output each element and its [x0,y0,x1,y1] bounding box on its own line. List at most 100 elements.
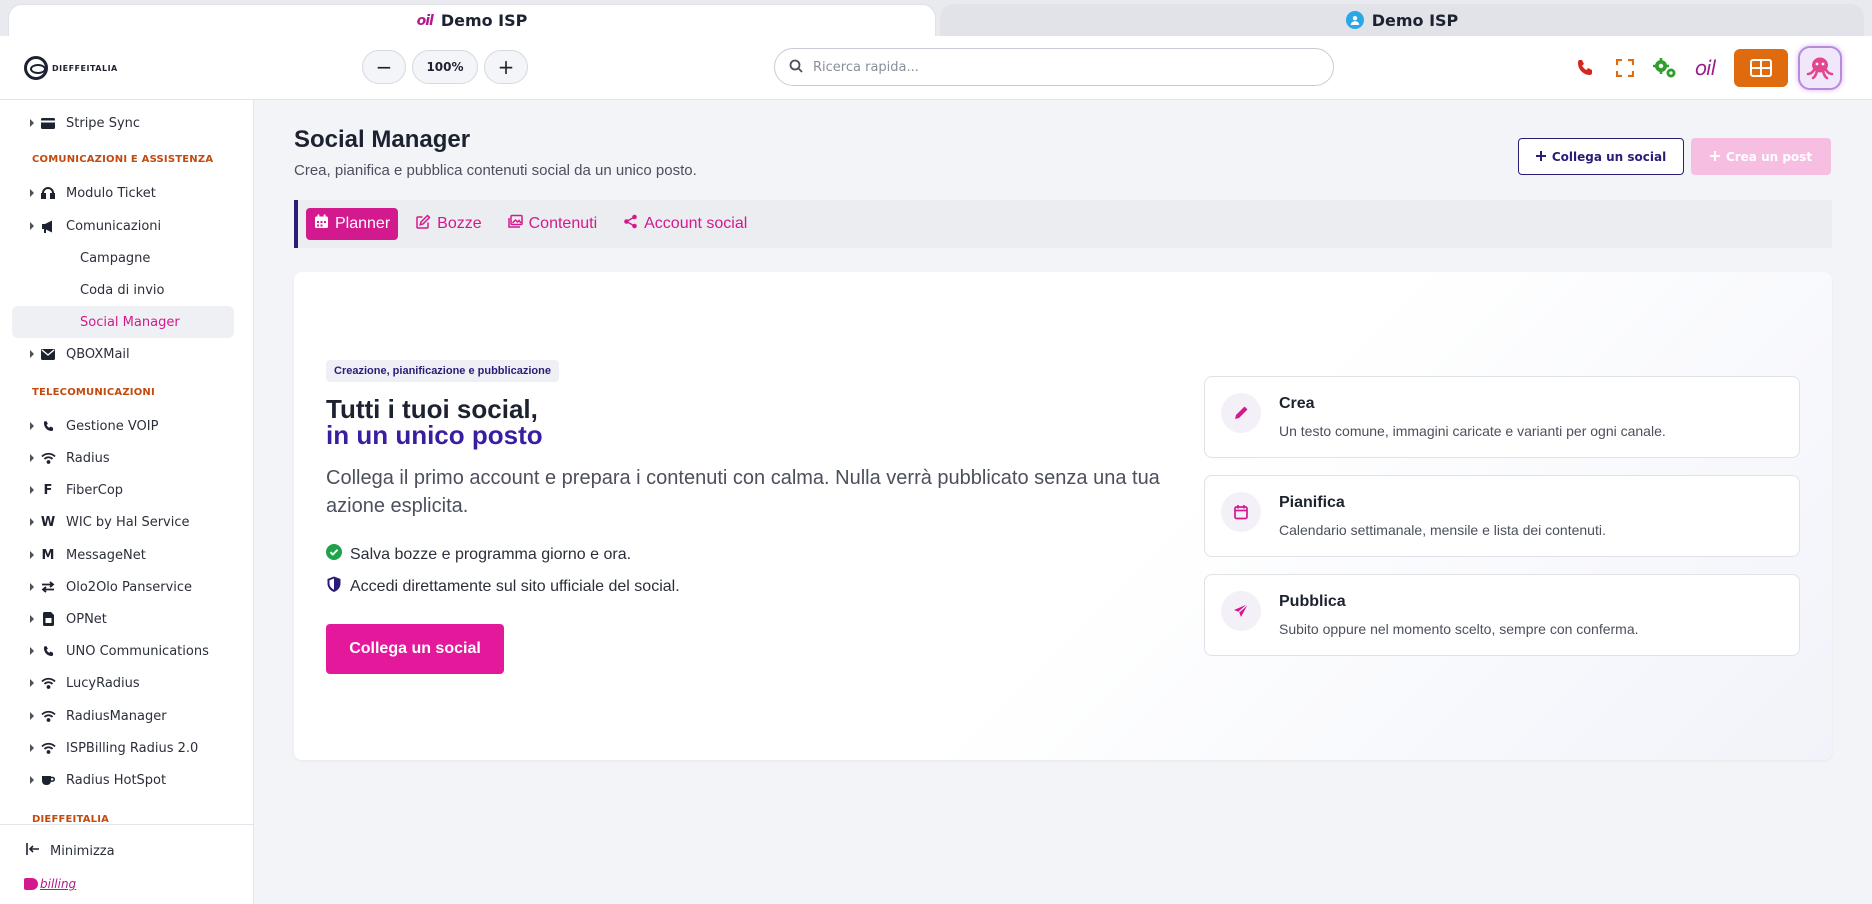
sidebar: Stripe Sync COMUNICAZIONI E ASSISTENZA M… [0,100,254,824]
brand-logo[interactable]: DIEFFEITALIA [24,56,118,80]
sidebar-item-qboxmail[interactable]: QBOXMail [0,341,253,367]
connect-social-button[interactable]: Collega un social [1518,138,1684,175]
sidebar-item-lucyradius[interactable]: LucyRadius [0,670,253,696]
zoom-in-button[interactable]: + [484,50,528,84]
assistant-octopus-button[interactable] [1798,46,1842,90]
sidebar-item-coda-di-invio[interactable]: Coda di invio [0,277,253,303]
hero-bullet: Accedi direttamente sul sito ufficiale d… [326,576,680,597]
sidebar-section-heading: TELECOMUNICAZIONI [32,387,155,398]
minimize-sidebar-button[interactable]: Minimizza [26,843,115,859]
sidebar-item-label: Campagne [80,250,151,266]
bullet-text: Accedi direttamente sul sito ufficiale d… [350,577,680,595]
tab-label: Account social [644,215,748,232]
messagenet-letter-icon: M [41,547,55,563]
connect-social-cta-button[interactable]: Collega un social [326,624,504,674]
hero-description: Collega il primo account e prepara i con… [326,467,1160,517]
window-tab-inactive[interactable]: Demo ISP [940,4,1864,36]
sidebar-item-label: Social Manager [80,314,180,330]
sidebar-item-messagenet[interactable]: M MessageNet [0,542,253,568]
sidebar-item-wic-by-hal-service[interactable]: W WIC by Hal Service [0,509,253,535]
page-title: Social Manager [294,126,471,153]
feature-card-pubblica: Pubblica Subito oppure nel momento scelt… [1204,574,1800,656]
billing-link[interactable]: billing [24,877,76,891]
coffee-icon [40,772,56,788]
caret-right-icon [30,518,34,526]
sidebar-item-label: Radius HotSpot [66,772,167,788]
fullscreen-icon[interactable] [1610,53,1640,83]
tab-contenuti[interactable]: Contenuti [500,208,606,240]
sidebar-item-stripe-sync[interactable]: Stripe Sync [0,110,253,136]
sidebar-item-comunicazioni[interactable]: Comunicazioni [0,213,253,239]
sidebar-item-label: LucyRadius [66,675,140,691]
sidebar-item-opnet[interactable]: OPNet [0,606,253,632]
brand-text: DIEFFEITALIA [52,63,118,73]
sidebar-item-radiusmanager[interactable]: RadiusManager [0,703,253,729]
plus-icon [1709,150,1720,164]
sidebar-item-label: WIC by Hal Service [66,514,190,530]
collapse-left-icon [26,843,40,859]
plus-icon [1535,150,1546,164]
feature-description: Un testo comune, immagini caricate e var… [1279,423,1666,439]
sidebar-item-ispbilling-radius[interactable]: ISPBilling Radius 2.0 [0,735,253,761]
window-tab-active[interactable]: oil Demo ISP [8,4,936,36]
hero-bullet: Salva bozze e programma giorno e ora. [326,544,631,565]
oil-brand-icon[interactable]: oil [1690,53,1720,83]
sidebar-item-label: UNO Communications [66,643,209,659]
quick-search [774,48,1334,86]
sidebar-item-uno-communications[interactable]: UNO Communications [0,638,253,664]
sidebar-item-label: Gestione VOIP [66,418,159,434]
hero-title-line2: in un unico posto [326,420,543,450]
feature-card-pianifica: Pianifica Calendario settimanale, mensil… [1204,475,1800,557]
window-tab-title: Demo ISP [1371,10,1459,30]
wic-letter-icon: W [40,514,56,530]
zoom-out-button[interactable]: − [362,50,406,84]
gears-icon[interactable] [1650,53,1680,83]
sidebar-item-gestione-voip[interactable]: Gestione VOIP [0,413,253,439]
caret-right-icon [30,422,34,430]
credit-card-icon [40,115,56,131]
billing-label: billing [40,877,77,891]
phone-icon[interactable] [1570,53,1600,83]
window-tab-bar: oil Demo ISP Demo ISP [0,0,1872,36]
search-input[interactable] [813,59,1293,75]
caret-right-icon [30,615,34,623]
search-icon [789,58,803,77]
sidebar-item-label: MessageNet [66,547,146,563]
sidebar-section-heading: DIEFFEITALIA [32,814,110,824]
toolbar-actions: oil [1570,46,1842,90]
sidebar-item-label: Coda di invio [80,282,165,298]
sidebar-item-radius[interactable]: Radius [0,445,253,471]
tab-planner[interactable]: Planner [306,208,399,240]
caret-right-icon [30,454,34,462]
sidebar-item-olo2olo-panservice[interactable]: Olo2Olo Panservice [0,574,253,600]
sidebar-item-campagne[interactable]: Campagne [0,245,253,271]
user-avatar-icon [1345,11,1364,29]
caret-right-icon [30,679,34,687]
zoom-level[interactable]: 100% [412,50,478,84]
apps-grid-button[interactable] [1734,49,1788,87]
tab-account-social[interactable]: Account social [615,208,755,240]
infinity-logo-icon [24,56,48,80]
headset-icon [40,185,56,201]
caret-right-icon [30,189,34,197]
feature-title: Crea [1279,395,1315,412]
shield-icon [326,576,342,597]
sidebar-item-radius-hotspot[interactable]: Radius HotSpot [0,767,253,793]
create-post-label: Crea un post [1725,149,1813,164]
sidebar-footer: Minimizza billing [0,824,254,904]
sidebar-item-modulo-ticket[interactable]: Modulo Ticket [0,180,253,206]
sidebar-item-fibercop[interactable]: F FiberCop [0,477,253,503]
tab-label: Planner [335,215,391,232]
sidebar-item-social-manager[interactable]: Social Manager [12,306,234,338]
caret-right-icon [30,350,34,358]
sidebar-item-label: FiberCop [66,482,124,498]
sidebar-item-label: QBOXMail [66,346,130,362]
create-post-button[interactable]: Crea un post [1691,138,1831,175]
wifi-icon [40,708,56,724]
tab-bozze[interactable]: Bozze [408,208,489,240]
images-icon [507,214,523,234]
caret-right-icon [30,647,34,655]
phone-icon [40,418,56,434]
caret-right-icon [30,119,34,127]
caret-right-icon [30,551,34,559]
